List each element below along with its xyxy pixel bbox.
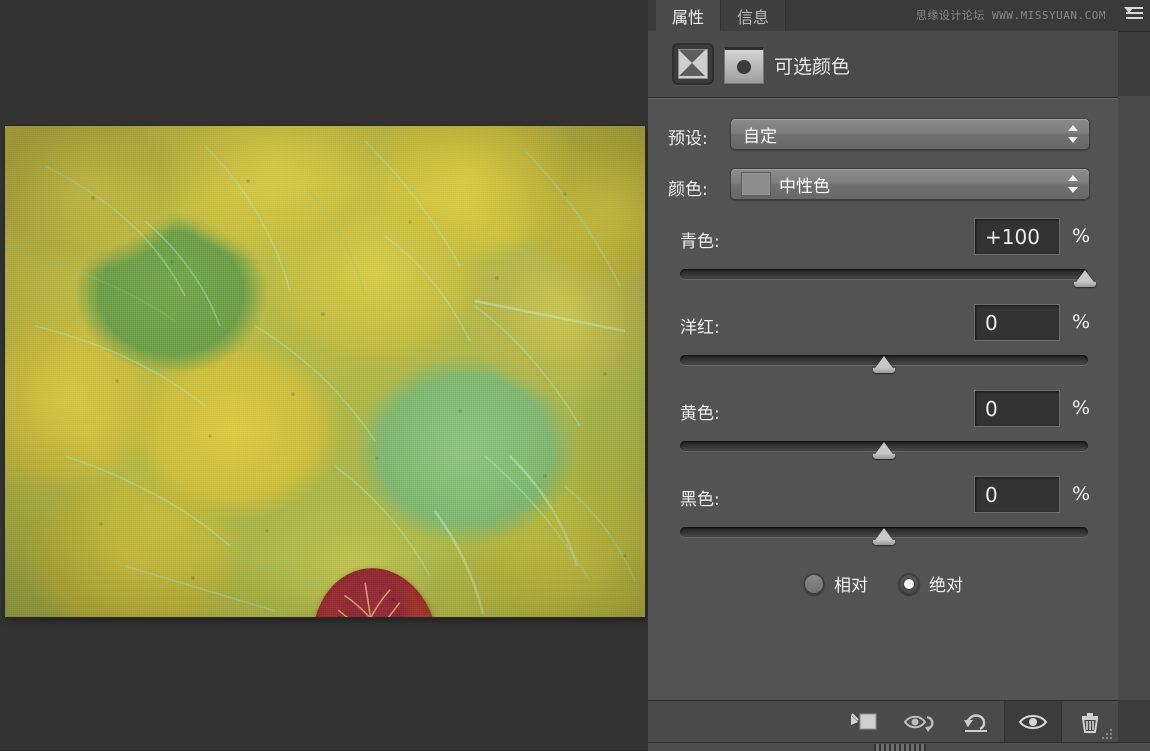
dock-gutter-fill — [1118, 96, 1150, 700]
site-watermark: 思缘设计论坛 WWW.MISSYUAN.COM — [915, 9, 1106, 22]
right-panel-dock: 属性 信息 思缘设计论坛 WWW.MISSYUAN.COM 可选颜色 预设: 自… — [648, 0, 1150, 751]
black-value-field[interactable]: 0 — [974, 476, 1060, 513]
clip-to-layer-icon[interactable] — [836, 701, 892, 743]
panel-header: 可选颜色 — [648, 31, 1118, 98]
reset-icon[interactable] — [948, 701, 1004, 743]
radio-absolute-indicator[interactable] — [898, 572, 920, 595]
yellow-value: 0 — [985, 396, 998, 421]
tab-info-label: 信息 — [737, 7, 770, 27]
magenta-slider-thumb-base — [873, 368, 895, 373]
radio-relative-indicator[interactable] — [803, 572, 825, 595]
tab-info[interactable]: 信息 — [720, 0, 787, 31]
magenta-value-field[interactable]: 0 — [974, 304, 1060, 341]
radio-absolute[interactable]: 绝对 — [898, 571, 963, 596]
panel-footer-toolbar — [648, 700, 1118, 743]
cyan-label: 青色: — [680, 232, 720, 252]
yellow-label: 黄色: — [680, 404, 720, 424]
black-slider-thumb-base — [873, 540, 895, 545]
toggle-previous-state-icon[interactable] — [892, 701, 948, 743]
black-value: 0 — [985, 482, 998, 507]
cyan-value-field[interactable]: +100 — [974, 218, 1060, 255]
panel-tab-strip: 属性 信息 思缘设计论坛 WWW.MISSYUAN.COM — [648, 0, 1150, 32]
method-radio-group: 相对 绝对 — [648, 571, 1118, 596]
cyan-slider-track — [680, 269, 1088, 279]
tab-properties-label: 属性 — [672, 7, 705, 27]
document-image[interactable] — [5, 126, 645, 617]
dock-gutter — [1118, 0, 1150, 750]
page-title: 可选颜色 — [774, 56, 851, 78]
black-unit: % — [1072, 483, 1091, 505]
preset-select[interactable]: 自定 — [730, 118, 1090, 150]
cyan-value: +100 — [985, 224, 1040, 249]
image-content — [5, 126, 645, 617]
colors-label: 颜色: — [668, 180, 708, 200]
color-swatch — [741, 172, 771, 196]
selective-color-icon[interactable] — [672, 43, 714, 85]
panel-menu-icon[interactable] — [1122, 4, 1144, 24]
cyan-slider-thumb-base — [1074, 282, 1096, 287]
yellow-slider-thumb-base — [873, 454, 895, 459]
yellow-unit: % — [1072, 397, 1091, 419]
magenta-unit: % — [1072, 311, 1091, 333]
chevron-updown-icon — [1067, 175, 1079, 193]
magenta-value: 0 — [985, 310, 998, 335]
footer-icon-group — [836, 701, 1118, 743]
cyan-slider[interactable] — [680, 264, 1096, 287]
magenta-label: 洋红: — [680, 318, 720, 338]
radio-relative[interactable]: 相对 — [803, 571, 868, 596]
layer-mask-thumbnail[interactable] — [724, 47, 764, 84]
yellow-value-field[interactable]: 0 — [974, 390, 1060, 427]
document-canvas-area[interactable] — [0, 0, 648, 750]
radio-relative-label: 相对 — [834, 576, 868, 596]
radio-absolute-label: 绝对 — [929, 576, 963, 596]
yellow-slider[interactable] — [680, 436, 1088, 459]
magenta-slider[interactable] — [680, 350, 1088, 373]
properties-panel-body: 预设: 自定 颜色: 中性色 青色: +100 % 洋红: 0 % 黄色: 0 … — [648, 98, 1118, 701]
cyan-unit: % — [1072, 225, 1091, 247]
preset-label: 预设: — [668, 129, 708, 149]
preset-value: 自定 — [743, 126, 777, 147]
chevron-updown-icon — [1067, 125, 1079, 143]
visibility-eye-icon[interactable] — [1004, 701, 1062, 743]
colors-value: 中性色 — [779, 176, 830, 197]
black-slider[interactable] — [680, 522, 1088, 545]
tab-properties[interactable]: 属性 — [656, 0, 721, 31]
image-grain — [5, 126, 645, 617]
photoshop-window: 属性 信息 思缘设计论坛 WWW.MISSYUAN.COM 可选颜色 预设: 自… — [0, 0, 1150, 751]
colors-select[interactable]: 中性色 — [730, 168, 1090, 200]
black-label: 黑色: — [680, 490, 720, 510]
resize-grip-icon[interactable] — [1098, 725, 1114, 741]
